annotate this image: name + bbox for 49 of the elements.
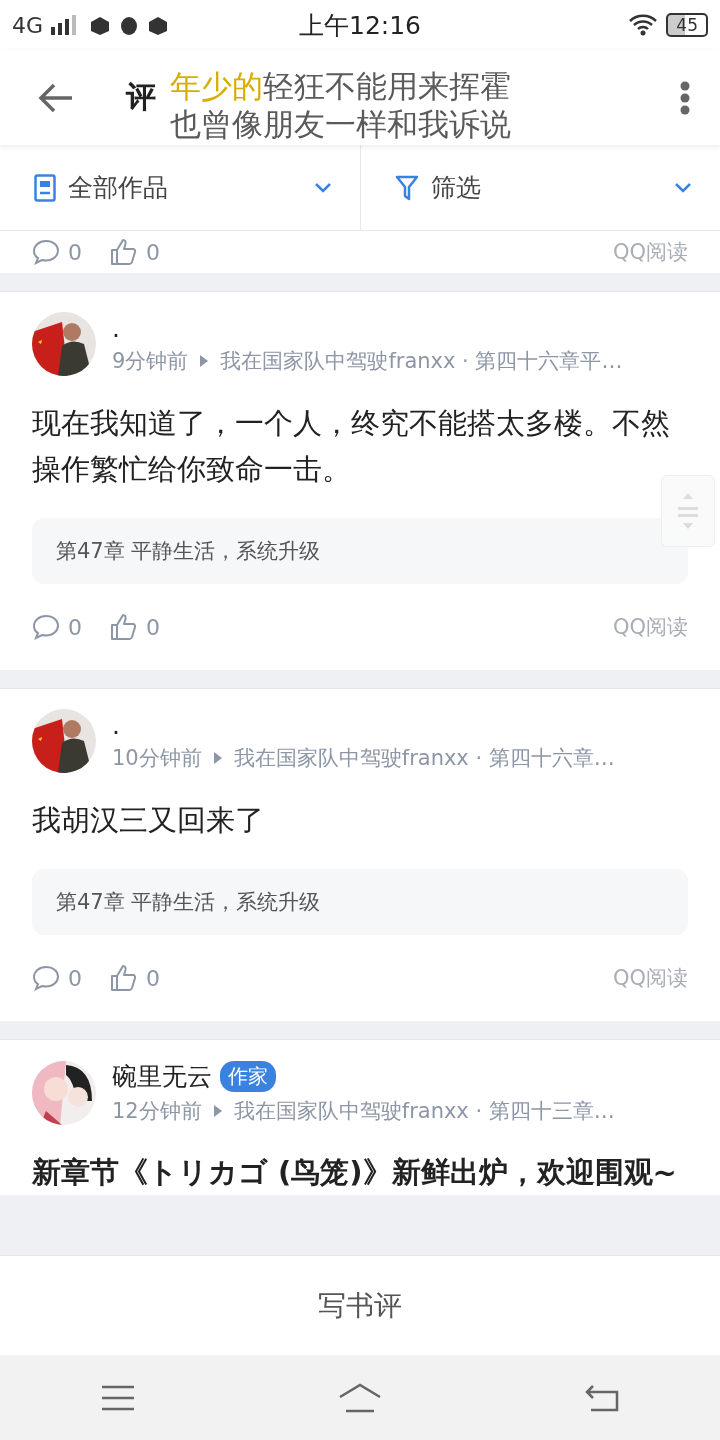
post-text: 我胡汉三又回来了 (32, 802, 265, 839)
filter-dropdown[interactable]: 全部作品 (0, 145, 360, 230)
back-icon[interactable] (584, 1383, 619, 1412)
source-label: QQ阅读 (612, 239, 688, 266)
user-name: . (112, 710, 120, 740)
comment-count: 0 (68, 239, 82, 265)
comment-count: 0 (68, 614, 82, 640)
source-label: QQ阅读 (612, 965, 688, 992)
like-count: 0 (146, 239, 160, 265)
triangle-icon (213, 751, 222, 764)
page-title: 评 (126, 78, 156, 116)
filter-icon (394, 173, 419, 202)
thumbs-up-icon (110, 613, 138, 641)
chevron-down-icon (674, 181, 692, 194)
menu-icon[interactable] (101, 1384, 136, 1411)
user-name: . (112, 313, 120, 343)
comment-icon (32, 614, 60, 640)
like-count: 0 (146, 614, 160, 640)
triangle-icon (200, 354, 209, 367)
source-label: QQ阅读 (612, 614, 688, 641)
document-icon (34, 173, 56, 202)
thumbs-up-icon (110, 238, 138, 266)
like-count: 0 (146, 965, 160, 991)
comment-count: 0 (68, 965, 82, 991)
chapter-quote[interactable]: 第47章 平静生活，系统升级 (32, 518, 688, 584)
lyric-line: 也曾像朋友一样和我诉说 (170, 106, 511, 142)
triangle-icon (213, 1105, 222, 1117)
comment-icon (32, 965, 60, 991)
back-icon[interactable] (38, 81, 74, 114)
post-time: 12分钟前 (112, 1098, 202, 1125)
battery-level: 45 (666, 13, 708, 37)
wifi-icon (628, 14, 659, 36)
chapter-quote[interactable]: 第47章 平静生活，系统升级 (32, 869, 688, 935)
comment-icon (32, 239, 60, 265)
lyric-line: 年少的轻狂不能用来挥霍 (170, 68, 511, 104)
post-text: 现在我知道了，一个人，终究不能搭太多楼。不然操作繁忙给你致命一击。 (32, 405, 671, 488)
post-time: 9分钟前 (112, 347, 189, 375)
network-label: 4G (12, 12, 44, 38)
home-icon[interactable] (338, 1382, 382, 1413)
filter-dropdown[interactable]: 筛选 (359, 145, 720, 230)
author-badge: 作家 (220, 1061, 276, 1092)
thumbs-up-icon (110, 964, 138, 992)
clock: 上午12:16 (299, 9, 421, 42)
post-title: 新章节《トリカゴ (鸟笼)》新鲜出炉，欢迎围观~ (32, 1154, 678, 1191)
chevron-down-icon (313, 181, 332, 194)
scroll-handle[interactable] (661, 475, 715, 547)
post-time: 10分钟前 (112, 744, 202, 772)
user-name: 碗里无云 (112, 1061, 212, 1093)
more-icon[interactable] (680, 80, 690, 115)
